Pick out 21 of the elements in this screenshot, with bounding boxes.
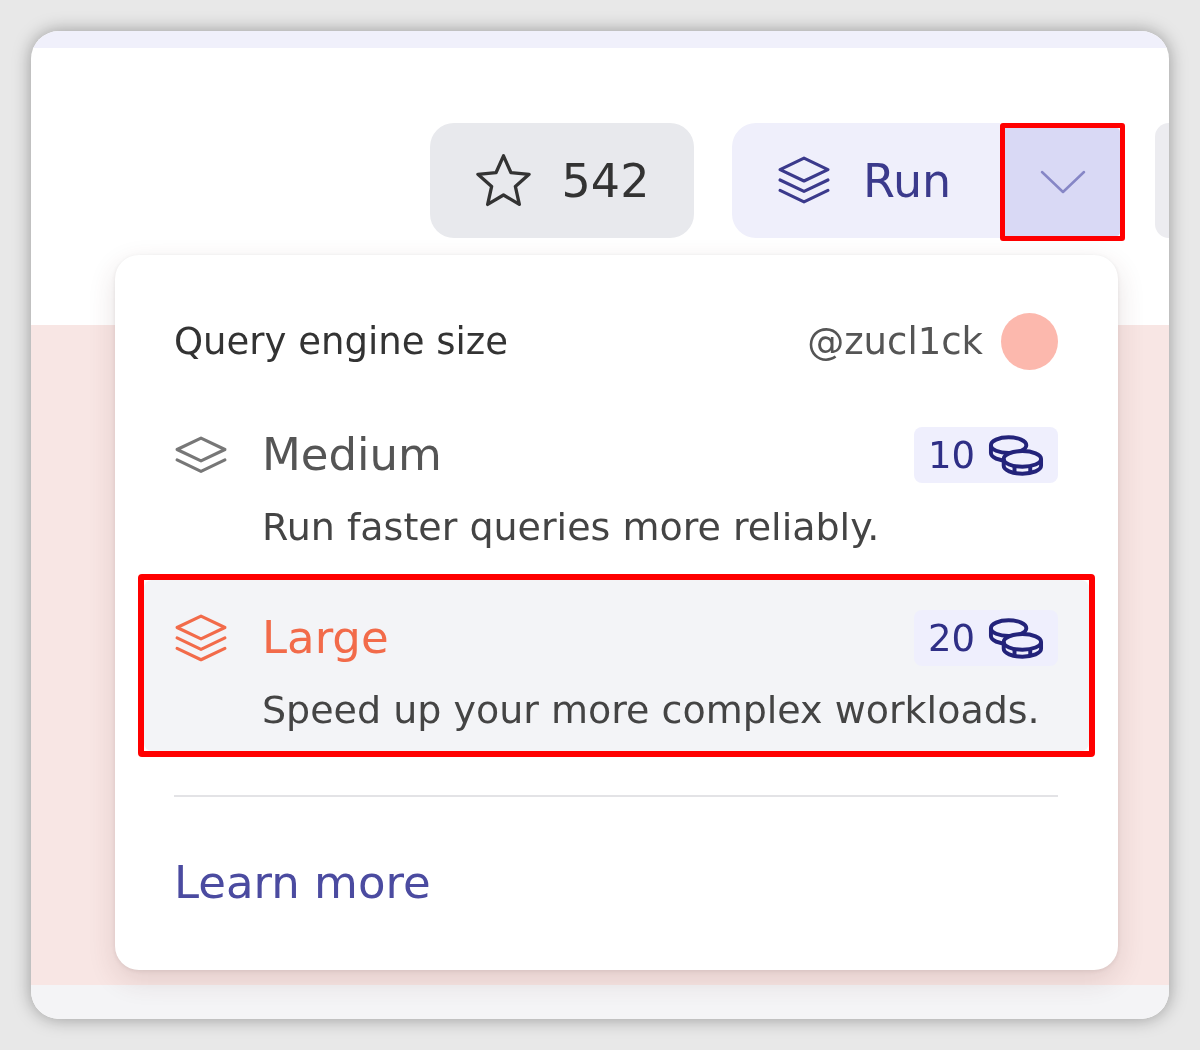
- run-button[interactable]: Run: [732, 123, 1000, 238]
- cost-value: 10: [927, 433, 975, 477]
- menu-option[interactable]: Large 20 Speed up your more complex workloads.: [144, 580, 1089, 751]
- chevron-down-icon: [1038, 169, 1087, 195]
- cost-value: 20: [927, 616, 975, 660]
- star-button[interactable]: 542: [430, 123, 694, 238]
- layers-icon: [778, 156, 830, 205]
- option-description: Speed up your more complex workloads.: [262, 687, 1041, 733]
- layers-icon: [175, 613, 227, 663]
- user-handle: @zucl1ck: [807, 320, 983, 363]
- layers-icon: [175, 435, 227, 475]
- learn-more-link[interactable]: Learn more: [174, 857, 431, 909]
- option-description: Run faster queries more reliably.: [262, 504, 881, 550]
- coins-icon: [987, 617, 1044, 659]
- partial-button[interactable]: [1155, 123, 1169, 238]
- avatar-icon: [1001, 313, 1058, 370]
- option-name: Large: [262, 610, 390, 666]
- star-icon: [474, 153, 532, 208]
- option-name: Medium: [262, 427, 443, 483]
- menu-title: Query engine size: [174, 320, 508, 363]
- coins-icon: [987, 434, 1044, 476]
